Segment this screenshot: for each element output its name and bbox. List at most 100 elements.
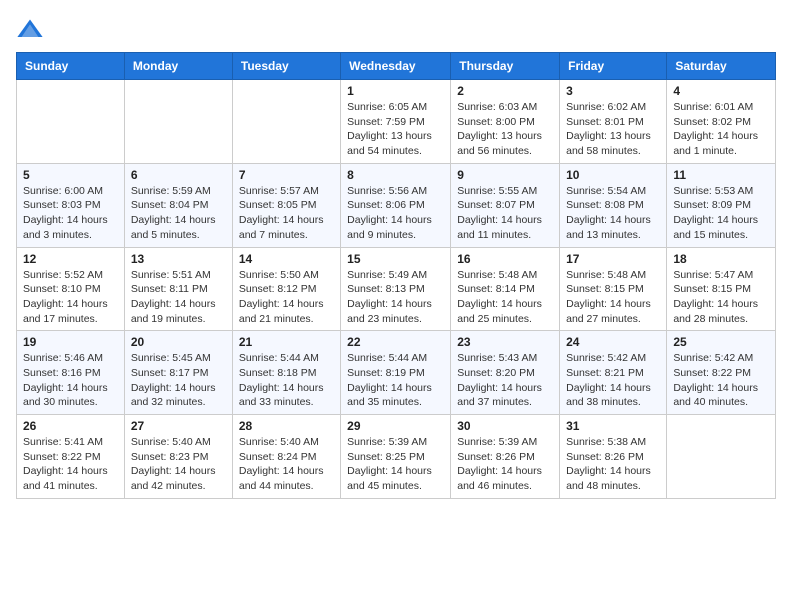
calendar-cell: 26 Sunrise: 5:41 AMSunset: 8:22 PMDayligh… [17,415,125,499]
calendar-cell: 27 Sunrise: 5:40 AMSunset: 8:23 PMDayligh… [124,415,232,499]
calendar-cell: 18 Sunrise: 5:47 AMSunset: 8:15 PMDayligh… [667,247,776,331]
logo-icon [16,16,44,44]
calendar-cell [17,80,125,164]
day-number: 11 [673,168,769,182]
calendar-cell [232,80,340,164]
day-info: Sunrise: 6:05 AMSunset: 7:59 PMDaylight:… [347,100,444,159]
day-number: 20 [131,335,226,349]
logo [16,16,48,44]
calendar-header-row: SundayMondayTuesdayWednesdayThursdayFrid… [17,53,776,80]
calendar-cell: 14Sunrise: 5:50 AMSunset: 8:12 PMDayligh… [232,247,340,331]
calendar-cell: 19 Sunrise: 5:46 AMSunset: 8:16 PMDayligh… [17,331,125,415]
day-info: Sunrise: 5:40 AMSunset: 8:24 PMDaylight:… [239,435,334,494]
calendar-cell: 3 Sunrise: 6:02 AMSunset: 8:01 PMDaylight… [560,80,667,164]
calendar-cell: 4 Sunrise: 6:01 AMSunset: 8:02 PMDaylight… [667,80,776,164]
page-header [16,16,776,44]
calendar-cell: 30 Sunrise: 5:39 AMSunset: 8:26 PMDayligh… [451,415,560,499]
day-number: 31 [566,419,660,433]
calendar-week-row: 26 Sunrise: 5:41 AMSunset: 8:22 PMDayligh… [17,415,776,499]
day-info: Sunrise: 5:43 AMSunset: 8:20 PMDaylight:… [457,351,553,410]
day-number: 24 [566,335,660,349]
day-number: 23 [457,335,553,349]
calendar-cell: 6 Sunrise: 5:59 AMSunset: 8:04 PMDaylight… [124,163,232,247]
day-header-tuesday: Tuesday [232,53,340,80]
calendar-cell [667,415,776,499]
calendar-cell: 25Sunrise: 5:42 AMSunset: 8:22 PMDayligh… [667,331,776,415]
day-number: 29 [347,419,444,433]
calendar-week-row: 19 Sunrise: 5:46 AMSunset: 8:16 PMDayligh… [17,331,776,415]
day-info: Sunrise: 5:41 AMSunset: 8:22 PMDaylight:… [23,435,118,494]
day-info: Sunrise: 5:57 AMSunset: 8:05 PMDaylight:… [239,184,334,243]
day-info: Sunrise: 5:51 AMSunset: 8:11 PMDaylight:… [131,268,226,327]
day-number: 19 [23,335,118,349]
day-info: Sunrise: 5:39 AMSunset: 8:25 PMDaylight:… [347,435,444,494]
calendar-cell: 11 Sunrise: 5:53 AMSunset: 8:09 PMDayligh… [667,163,776,247]
day-number: 10 [566,168,660,182]
calendar-cell: 17 Sunrise: 5:48 AMSunset: 8:15 PMDayligh… [560,247,667,331]
calendar-cell: 12Sunrise: 5:52 AMSunset: 8:10 PMDayligh… [17,247,125,331]
day-info: Sunrise: 5:59 AMSunset: 8:04 PMDaylight:… [131,184,226,243]
day-info: Sunrise: 5:42 AMSunset: 8:21 PMDaylight:… [566,351,660,410]
day-info: Sunrise: 5:46 AMSunset: 8:16 PMDaylight:… [23,351,118,410]
day-info: Sunrise: 5:39 AMSunset: 8:26 PMDaylight:… [457,435,553,494]
day-number: 30 [457,419,553,433]
day-info: Sunrise: 5:56 AMSunset: 8:06 PMDaylight:… [347,184,444,243]
day-info: Sunrise: 5:38 AMSunset: 8:26 PMDaylight:… [566,435,660,494]
day-header-friday: Friday [560,53,667,80]
calendar-cell: 8Sunrise: 5:56 AMSunset: 8:06 PMDaylight… [341,163,451,247]
day-header-monday: Monday [124,53,232,80]
day-info: Sunrise: 5:44 AMSunset: 8:18 PMDaylight:… [239,351,334,410]
day-number: 21 [239,335,334,349]
day-number: 6 [131,168,226,182]
day-header-sunday: Sunday [17,53,125,80]
calendar-cell: 16Sunrise: 5:48 AMSunset: 8:14 PMDayligh… [451,247,560,331]
calendar-cell: 2Sunrise: 6:03 AMSunset: 8:00 PMDaylight… [451,80,560,164]
calendar-cell [124,80,232,164]
calendar-cell: 21 Sunrise: 5:44 AMSunset: 8:18 PMDayligh… [232,331,340,415]
day-number: 3 [566,84,660,98]
day-number: 27 [131,419,226,433]
calendar-cell: 20 Sunrise: 5:45 AMSunset: 8:17 PMDayligh… [124,331,232,415]
day-number: 12 [23,252,118,266]
day-info: Sunrise: 5:55 AMSunset: 8:07 PMDaylight:… [457,184,553,243]
day-info: Sunrise: 5:40 AMSunset: 8:23 PMDaylight:… [131,435,226,494]
day-info: Sunrise: 5:49 AMSunset: 8:13 PMDaylight:… [347,268,444,327]
day-info: Sunrise: 5:47 AMSunset: 8:15 PMDaylight:… [673,268,769,327]
day-number: 25 [673,335,769,349]
day-info: Sunrise: 5:44 AMSunset: 8:19 PMDaylight:… [347,351,444,410]
day-number: 22 [347,335,444,349]
day-number: 18 [673,252,769,266]
calendar-week-row: 1 Sunrise: 6:05 AMSunset: 7:59 PMDaylight… [17,80,776,164]
calendar-week-row: 12Sunrise: 5:52 AMSunset: 8:10 PMDayligh… [17,247,776,331]
calendar-cell: 28 Sunrise: 5:40 AMSunset: 8:24 PMDayligh… [232,415,340,499]
day-info: Sunrise: 5:48 AMSunset: 8:15 PMDaylight:… [566,268,660,327]
day-number: 2 [457,84,553,98]
day-number: 9 [457,168,553,182]
day-info: Sunrise: 6:02 AMSunset: 8:01 PMDaylight:… [566,100,660,159]
day-info: Sunrise: 6:01 AMSunset: 8:02 PMDaylight:… [673,100,769,159]
day-number: 16 [457,252,553,266]
calendar-cell: 5Sunrise: 6:00 AMSunset: 8:03 PMDaylight… [17,163,125,247]
day-info: Sunrise: 5:54 AMSunset: 8:08 PMDaylight:… [566,184,660,243]
day-number: 28 [239,419,334,433]
calendar-cell: 7Sunrise: 5:57 AMSunset: 8:05 PMDaylight… [232,163,340,247]
calendar-cell: 13Sunrise: 5:51 AMSunset: 8:11 PMDayligh… [124,247,232,331]
calendar-week-row: 5Sunrise: 6:00 AMSunset: 8:03 PMDaylight… [17,163,776,247]
day-info: Sunrise: 5:45 AMSunset: 8:17 PMDaylight:… [131,351,226,410]
day-number: 26 [23,419,118,433]
calendar-cell: 22 Sunrise: 5:44 AMSunset: 8:19 PMDayligh… [341,331,451,415]
calendar-cell: 24 Sunrise: 5:42 AMSunset: 8:21 PMDayligh… [560,331,667,415]
day-header-thursday: Thursday [451,53,560,80]
calendar-cell: 10 Sunrise: 5:54 AMSunset: 8:08 PMDayligh… [560,163,667,247]
day-info: Sunrise: 5:50 AMSunset: 8:12 PMDaylight:… [239,268,334,327]
calendar-cell: 23 Sunrise: 5:43 AMSunset: 8:20 PMDayligh… [451,331,560,415]
day-info: Sunrise: 6:00 AMSunset: 8:03 PMDaylight:… [23,184,118,243]
day-number: 4 [673,84,769,98]
calendar-cell: 1 Sunrise: 6:05 AMSunset: 7:59 PMDaylight… [341,80,451,164]
day-info: Sunrise: 5:53 AMSunset: 8:09 PMDaylight:… [673,184,769,243]
calendar-cell: 9 Sunrise: 5:55 AMSunset: 8:07 PMDaylight… [451,163,560,247]
calendar-table: SundayMondayTuesdayWednesdayThursdayFrid… [16,52,776,499]
day-number: 17 [566,252,660,266]
calendar-cell: 31 Sunrise: 5:38 AMSunset: 8:26 PMDayligh… [560,415,667,499]
day-number: 1 [347,84,444,98]
